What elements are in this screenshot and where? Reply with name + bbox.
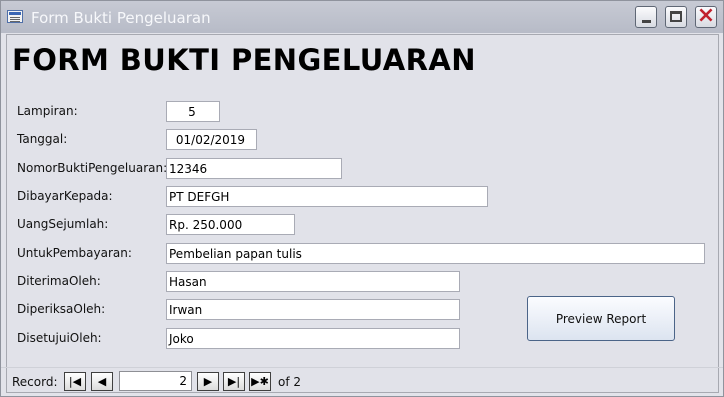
navigation-divider	[1, 367, 723, 368]
dibayar-kepada-label: DibayarKepada:	[17, 189, 113, 203]
new-record-icon[interactable]: ▶✱	[249, 372, 271, 391]
current-record-input[interactable]: 2	[119, 371, 192, 391]
last-record-icon[interactable]: ▶|	[223, 372, 245, 391]
first-record-icon[interactable]: |◀	[64, 372, 86, 391]
lampiran-field[interactable]: 5	[166, 101, 220, 122]
nomor-bukti-field[interactable]: 12346	[166, 158, 342, 179]
next-record-icon[interactable]: ▶	[197, 372, 219, 391]
diterima-oleh-label: DiterimaOleh:	[17, 274, 101, 288]
disetujui-oleh-label: DisetujuiOleh:	[17, 331, 102, 345]
diperiksa-oleh-field[interactable]: Irwan	[166, 299, 460, 320]
uang-sejumlah-label: UangSejumlah:	[17, 217, 109, 231]
close-icon[interactable]: ×	[695, 5, 717, 28]
page-title: FORM BUKTI PENGELUARAN	[12, 43, 476, 77]
access-form-window: Form Bukti Pengeluaran × FORM BUKTI PENG…	[0, 0, 724, 397]
form-icon	[7, 10, 23, 23]
diperiksa-oleh-label: DiperiksaOleh:	[17, 302, 106, 316]
preview-report-button[interactable]: Preview Report	[527, 296, 675, 341]
tanggal-label: Tanggal:	[17, 132, 68, 146]
previous-record-icon[interactable]: ◀	[91, 372, 113, 391]
diterima-oleh-field[interactable]: Hasan	[166, 271, 460, 292]
lampiran-label: Lampiran:	[17, 104, 78, 118]
minimize-icon[interactable]	[635, 6, 657, 28]
title-bar: Form Bukti Pengeluaran ×	[1, 1, 723, 33]
maximize-icon[interactable]	[665, 6, 687, 28]
untuk-pembayaran-label: UntukPembayaran:	[17, 246, 132, 260]
record-count: of 2	[278, 375, 302, 389]
record-label: Record:	[12, 375, 58, 389]
uang-sejumlah-field[interactable]: Rp. 250.000	[166, 214, 295, 235]
dibayar-kepada-field[interactable]: PT DEFGH	[166, 186, 488, 207]
disetujui-oleh-field[interactable]: Joko	[166, 328, 460, 349]
tanggal-field[interactable]: 01/02/2019	[166, 129, 257, 150]
window-title: Form Bukti Pengeluaran	[31, 9, 211, 27]
untuk-pembayaran-field[interactable]: Pembelian papan tulis	[166, 243, 705, 264]
nomor-bukti-label: NomorBuktiPengeluaran:	[17, 161, 168, 175]
